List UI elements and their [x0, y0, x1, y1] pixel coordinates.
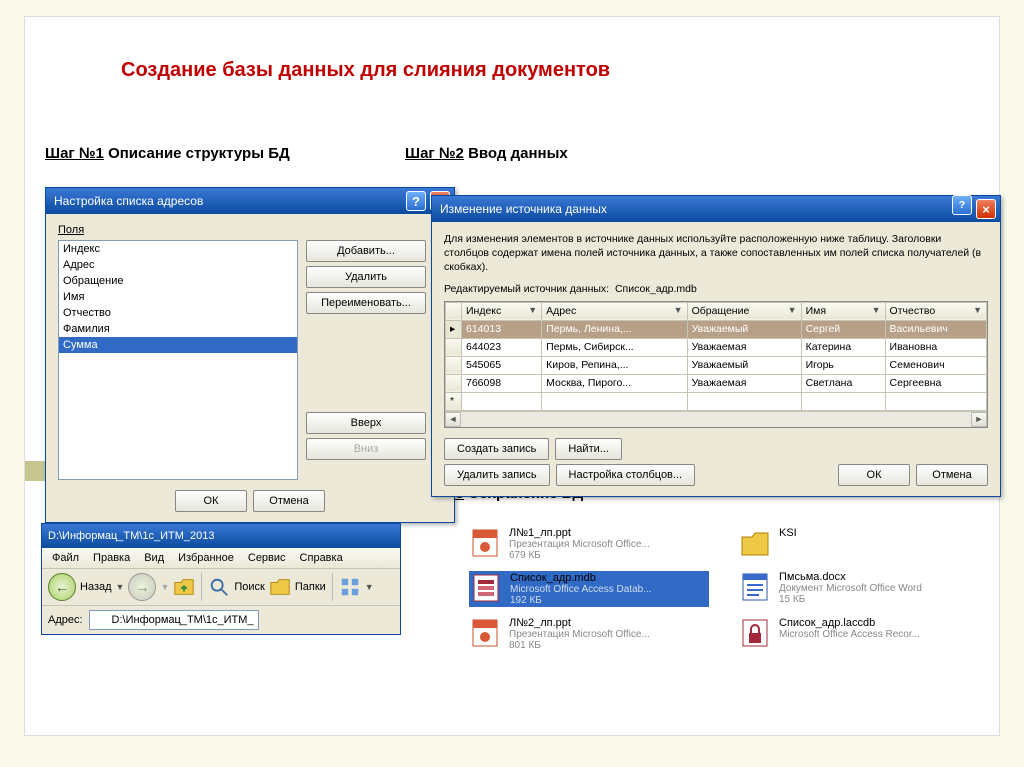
page-title: Создание базы данных для слияния докумен…	[121, 59, 610, 82]
help-button[interactable]: ?	[952, 195, 972, 215]
menu-item[interactable]: Файл	[46, 550, 85, 566]
cancel-button[interactable]: Отмена	[253, 490, 325, 512]
list-item[interactable]: Сумма	[59, 337, 297, 353]
column-header[interactable]: Отчество▼	[885, 302, 986, 320]
address-label: Адрес:	[48, 614, 83, 626]
views-icon[interactable]	[339, 576, 361, 598]
table-row[interactable]: 545065Киров, Репина,...УважаемыйИгорьСем…	[446, 356, 987, 374]
menu-item[interactable]: Справка	[294, 550, 349, 566]
step-1-heading: Шаг №1 Описание структуры БД	[45, 145, 290, 162]
find-button[interactable]: Найти...	[555, 438, 622, 460]
dialog-title: Изменение источника данных	[440, 202, 948, 216]
file-icon	[739, 527, 771, 559]
new-record-button[interactable]: Создать запись	[444, 438, 549, 460]
scroll-right-icon[interactable]: ►	[971, 412, 987, 427]
menu-item[interactable]: Избранное	[172, 550, 240, 566]
close-button[interactable]: ×	[976, 199, 996, 219]
address-list-dialog: Настройка списка адресов ? × Поля Индекс…	[45, 187, 455, 523]
help-button[interactable]: ?	[406, 191, 426, 211]
ok-button[interactable]: ОК	[838, 464, 910, 486]
data-source-dialog: Изменение источника данных ? × Для измен…	[431, 195, 1001, 497]
back-button[interactable]: ←	[48, 573, 76, 601]
move-down-button[interactable]: Вниз	[306, 438, 426, 460]
column-header[interactable]: Индекс▼	[462, 302, 542, 320]
table-row[interactable]: 644023Пермь, Сибирск...УважаемаяКатерина…	[446, 338, 987, 356]
chevron-down-icon[interactable]: ▼	[365, 582, 374, 592]
move-up-button[interactable]: Вверх	[306, 412, 426, 434]
chevron-down-icon[interactable]: ▼	[160, 582, 169, 592]
file-item[interactable]: Л№1_лп.pptПрезентация Microsoft Office..…	[469, 527, 709, 561]
list-item[interactable]: Фамилия	[59, 321, 297, 337]
file-item[interactable]: Список_адр.laccdbMicrosoft Office Access…	[739, 617, 979, 651]
list-item[interactable]: Отчество	[59, 305, 297, 321]
explorer-window: D:\Информац_ТМ\1с_ИТМ_2013 ФайлПравкаВид…	[41, 523, 401, 635]
fields-listbox[interactable]: ИндексАдресОбращениеИмяОтчествоФамилияСу…	[58, 240, 298, 480]
data-grid[interactable]: Индекс▼Адрес▼Обращение▼Имя▼Отчество▼▸614…	[444, 301, 988, 428]
file-listing: Л№1_лп.pptПрезентация Microsoft Office..…	[469, 527, 999, 661]
menu-item[interactable]: Правка	[87, 550, 136, 566]
list-item[interactable]: Индекс	[59, 241, 297, 257]
menu-item[interactable]: Вид	[138, 550, 170, 566]
menu-item[interactable]: Сервис	[242, 550, 292, 566]
column-header[interactable]: Адрес▼	[542, 302, 687, 320]
add-button[interactable]: Добавить...	[306, 240, 426, 262]
step-2-heading: Шаг №2 Ввод данных	[405, 145, 568, 162]
table-row[interactable]: *	[446, 392, 987, 410]
file-icon	[470, 572, 502, 604]
address-input[interactable]	[89, 610, 259, 630]
window-title: D:\Информац_ТМ\1с_ИТМ_2013	[48, 530, 214, 542]
file-item[interactable]: KSI	[739, 527, 979, 561]
forward-button[interactable]: →	[128, 573, 156, 601]
file-item[interactable]: Пмсьма.docxДокумент Microsoft Office Wor…	[739, 571, 979, 607]
file-item[interactable]: Список_адр.mdbMicrosoft Office Access Da…	[469, 571, 709, 607]
source-label: Редактируемый источник данных: Список_ад…	[444, 283, 988, 295]
column-header[interactable]: Имя▼	[801, 302, 885, 320]
search-icon[interactable]	[208, 576, 230, 598]
list-item[interactable]: Имя	[59, 289, 297, 305]
delete-button[interactable]: Удалить	[306, 266, 426, 288]
file-icon	[469, 617, 501, 649]
help-text: Для изменения элементов в источнике данн…	[444, 232, 988, 275]
ok-button[interactable]: ОК	[175, 490, 247, 512]
scroll-left-icon[interactable]: ◄	[445, 412, 461, 427]
file-icon	[739, 617, 771, 649]
file-icon	[469, 527, 501, 559]
dialog-title: Настройка списка адресов	[54, 194, 402, 208]
fields-label: Поля	[58, 224, 442, 236]
column-header[interactable]: Обращение▼	[687, 302, 801, 320]
columns-settings-button[interactable]: Настройка столбцов...	[556, 464, 696, 486]
table-row[interactable]: ▸614013Пермь, Ленина,...УважаемыйСергейВ…	[446, 320, 987, 338]
back-label[interactable]: Назад	[80, 581, 112, 593]
folders-icon[interactable]	[269, 576, 291, 598]
list-item[interactable]: Обращение	[59, 273, 297, 289]
folders-label[interactable]: Папки	[295, 581, 326, 593]
file-icon	[739, 571, 771, 603]
menu-bar: ФайлПравкаВидИзбранноеСервисСправка	[42, 548, 400, 569]
up-folder-icon[interactable]	[173, 576, 195, 598]
table-row[interactable]: 766098Москва, Пирого...УважаемаяСветлана…	[446, 374, 987, 392]
chevron-down-icon[interactable]: ▼	[116, 582, 125, 592]
horizontal-scrollbar[interactable]: ◄ ►	[445, 411, 987, 427]
delete-record-button[interactable]: Удалить запись	[444, 464, 550, 486]
file-item[interactable]: Л№2_лп.pptПрезентация Microsoft Office..…	[469, 617, 709, 651]
search-label[interactable]: Поиск	[234, 581, 264, 593]
cancel-button[interactable]: Отмена	[916, 464, 988, 486]
rename-button[interactable]: Переименовать...	[306, 292, 426, 314]
list-item[interactable]: Адрес	[59, 257, 297, 273]
